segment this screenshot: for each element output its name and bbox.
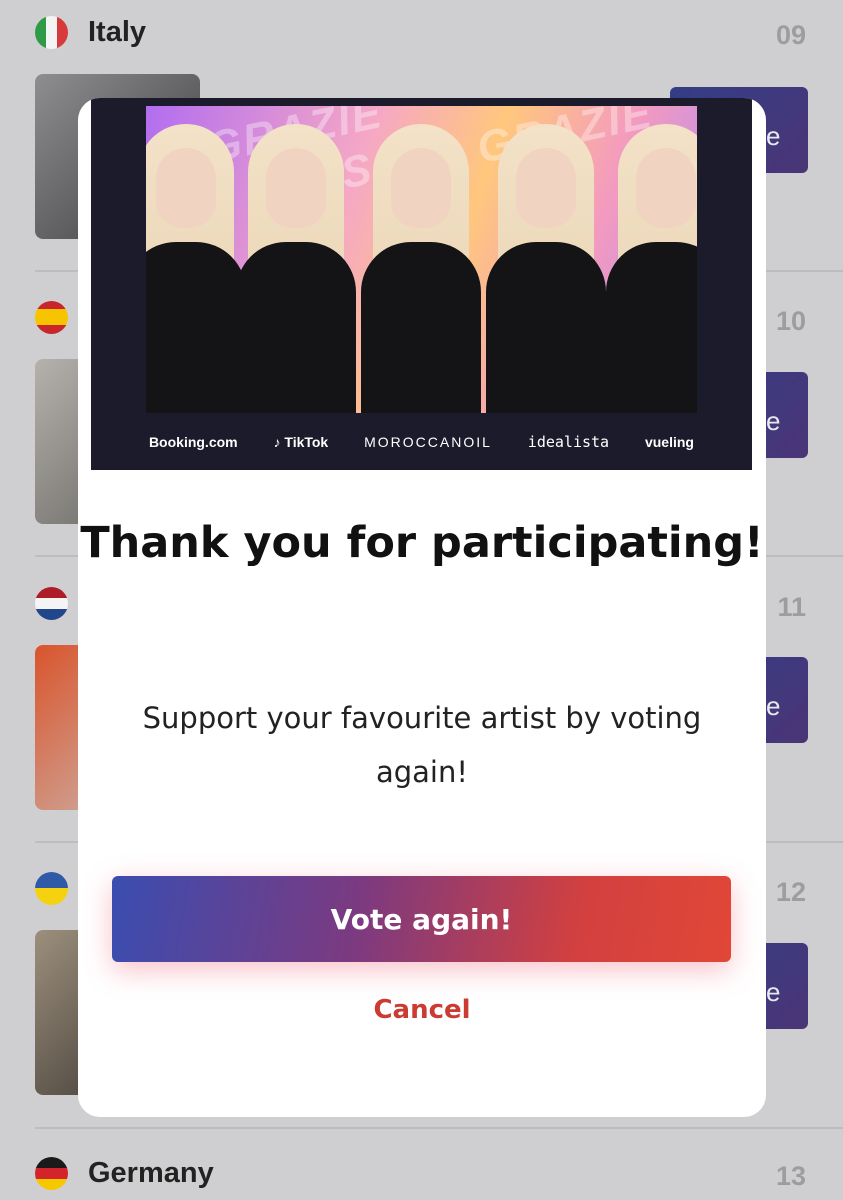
row-header-italy: Italy bbox=[35, 12, 146, 52]
dialog-message: Support your favourite artist by voting … bbox=[142, 701, 702, 789]
country-name: Italy bbox=[88, 15, 147, 48]
cancel-button[interactable]: Cancel bbox=[78, 995, 766, 1025]
sponsor-banner: GRAZIE X S10 GRAZIE Booking.com ♪ TikTok… bbox=[91, 98, 752, 470]
italy-flag-icon bbox=[35, 15, 68, 49]
banner-artwork: GRAZIE X S10 GRAZIE bbox=[146, 106, 697, 413]
vueling-logo: vueling bbox=[644, 433, 694, 450]
country-name: Germany bbox=[88, 1156, 214, 1189]
entry-number: 10 bbox=[775, 306, 806, 336]
netherlands-flag-icon bbox=[35, 586, 68, 620]
artist-figure bbox=[596, 124, 697, 413]
vote-thanks-dialog: GRAZIE X S10 GRAZIE Booking.com ♪ TikTok… bbox=[78, 98, 766, 1117]
entry-number: 13 bbox=[775, 1161, 806, 1191]
booking-logo: Booking.com bbox=[148, 433, 238, 450]
spain-flag-icon bbox=[35, 300, 68, 334]
row-header-netherlands bbox=[35, 583, 68, 623]
artist-figure bbox=[476, 124, 616, 413]
entry-number: 11 bbox=[777, 592, 806, 622]
sponsor-logos: Booking.com ♪ TikTok MOROCCANOIL idealis… bbox=[91, 413, 752, 470]
entry-number: 12 bbox=[775, 877, 806, 907]
dialog-title: Thank you for participating! bbox=[80, 518, 764, 568]
row-divider bbox=[35, 1127, 843, 1129]
tiktok-logo: ♪ TikTok bbox=[273, 433, 329, 450]
artist-figure bbox=[226, 124, 366, 413]
entry-number: 09 bbox=[775, 20, 806, 50]
moroccanoil-logo: MOROCCANOIL bbox=[364, 433, 492, 450]
germany-flag-icon bbox=[35, 1156, 68, 1190]
row-header-germany: Germany bbox=[35, 1153, 214, 1193]
row-header-ukraine bbox=[35, 868, 68, 908]
ukraine-flag-icon bbox=[35, 871, 68, 905]
row-header-spain bbox=[35, 297, 68, 337]
idealista-logo: idealista bbox=[527, 432, 610, 451]
artist-figure bbox=[351, 124, 491, 413]
vote-again-button[interactable]: Vote again! bbox=[112, 876, 731, 962]
